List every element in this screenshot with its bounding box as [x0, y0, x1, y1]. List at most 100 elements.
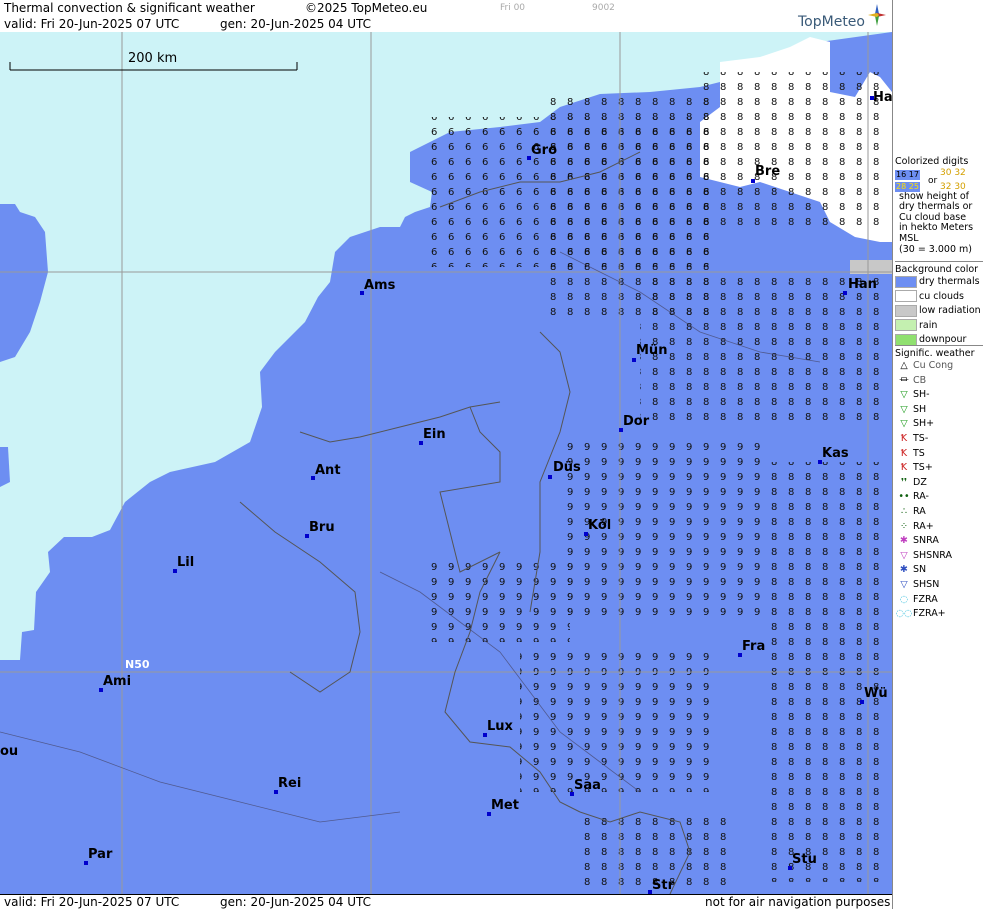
map-title: Thermal convection & significant weather: [4, 1, 255, 15]
city-label[interactable]: Mün: [636, 343, 667, 358]
shower-snow-icon: ▽: [900, 578, 908, 590]
thunder-heavy-icon: Ꝁ: [900, 462, 908, 474]
city-label[interactable]: Ami: [103, 674, 131, 689]
city-label[interactable]: Dor: [623, 414, 649, 429]
england-coast: [0, 204, 48, 362]
legend-label: SHSN: [913, 578, 940, 590]
thunder-light-icon: Ꝁ: [900, 432, 908, 444]
legend-item: ◌ FZRA: [895, 593, 983, 608]
legend-item: ✱ SNRA: [895, 534, 983, 549]
legend-label: cu clouds: [919, 290, 964, 302]
swatch-rain: [895, 319, 917, 332]
city-label[interactable]: Par: [88, 847, 112, 862]
scale-label: 200 km: [128, 51, 178, 66]
legend-label: downpour: [919, 334, 967, 346]
legend-item: dry thermals: [895, 275, 983, 290]
legend-label: SH: [913, 403, 927, 415]
city-label[interactable]: Ant: [315, 463, 341, 478]
compass-icon: [868, 4, 886, 26]
city-label[interactable]: Han: [848, 277, 877, 292]
legend-item: Ꝁ TS-: [895, 432, 983, 447]
legend-label: RA-: [913, 491, 929, 503]
city-label[interactable]: Lux: [487, 719, 513, 734]
model-run: Fri 00: [500, 3, 526, 13]
shower-heavy-icon: ▽: [900, 418, 908, 430]
legend-item: △ Cu Cong: [895, 359, 983, 374]
legend-item: ❜❜ DZ: [895, 476, 983, 491]
snow-rain-icon: ✱: [900, 535, 908, 547]
latitude-label: N50: [125, 658, 150, 671]
city-label[interactable]: Fra: [742, 639, 765, 654]
legend-label: SHSNRA: [913, 549, 953, 561]
cb-icon: ⏛: [899, 374, 909, 386]
legend-item: ✱ SN: [895, 563, 983, 578]
footer-valid: valid: Fri 20-Jun-2025 07 UTC: [4, 895, 180, 909]
swatch-low: [895, 304, 917, 317]
cu-cong-icon: △: [900, 360, 908, 371]
legend-label: FZRA: [913, 593, 938, 605]
legend-label: low radiation: [919, 305, 981, 317]
legend-label: TS+: [913, 462, 933, 474]
legend-label: RA: [913, 505, 926, 517]
legend-text: (30 = 3.000 m): [899, 243, 972, 255]
legend-panel: Colorized digits 16 17 30 32 or 28 25 32…: [892, 0, 983, 909]
map-canvas: 8 6 9: [0, 32, 892, 894]
copyright: ©2025 TopMeteo.eu: [305, 1, 428, 15]
digit-sample: 32 30: [940, 181, 966, 192]
legend-label: SH+: [913, 418, 935, 430]
colorized-digits-legend: Colorized digits 16 17 30 32 or 28 25 32…: [895, 156, 983, 255]
legend-item: Ꝁ TS+: [895, 461, 983, 476]
city-label[interactable]: Bru: [309, 520, 335, 535]
legend-text: Colorized digits: [895, 156, 969, 167]
legend-title: Background color: [895, 264, 979, 275]
legend-text: MSL: [899, 232, 919, 244]
legend-item: ▽ SH: [895, 403, 983, 418]
rain-heavy-icon: ⁘: [900, 520, 908, 532]
legend-title: Signific. weather: [895, 348, 975, 359]
city-label[interactable]: Ein: [423, 427, 446, 442]
city-label[interactable]: Ams: [364, 278, 395, 293]
forecast-map[interactable]: 8 6 9: [0, 32, 892, 894]
city-label[interactable]: Stu: [792, 852, 817, 867]
digit-sample: 30 32: [940, 167, 966, 178]
digit-sample: 16 17: [895, 169, 920, 181]
shower-icon: ▽: [900, 403, 908, 415]
run-code: 9002: [592, 3, 615, 13]
topmeteo-logo: TopMeteo: [798, 14, 865, 30]
city-label[interactable]: Kas: [822, 446, 849, 461]
sig-weather-legend: Signific. weather △ Cu Cong ⏛ CB ▽ SH- ▽ SH ▽ SH+…: [895, 345, 983, 622]
city-label[interactable]: Gro: [531, 143, 557, 158]
city-label[interactable]: Düs: [553, 460, 581, 475]
legend-item: ▽ SH+: [895, 417, 983, 432]
city-label[interactable]: Str: [652, 878, 674, 893]
background-legend: Background color dry thermals cu clouds …: [895, 261, 983, 348]
legend-text: or: [928, 175, 938, 186]
valid-time: valid: Fri 20-Jun-2025 07 UTC: [4, 17, 180, 31]
legend-label: TS: [913, 447, 925, 459]
city-label[interactable]: Wü: [864, 686, 888, 701]
city-label[interactable]: Rei: [278, 776, 301, 791]
swatch-cu: [895, 290, 917, 303]
city-label[interactable]: Saa: [574, 778, 601, 793]
city-label[interactable]: Lil: [177, 555, 194, 570]
city-label[interactable]: Bre: [755, 164, 780, 179]
legend-label: SH-: [913, 389, 930, 401]
drizzle-icon: ❜❜: [900, 476, 908, 488]
city-dot: [632, 358, 636, 362]
footer-gen: gen: 20-Jun-2025 04 UTC: [220, 895, 372, 909]
disclaimer: not for air navigation purposes: [705, 895, 891, 909]
legend-item: ∴ RA: [895, 505, 983, 520]
legend-item: Ꝁ TS: [895, 447, 983, 462]
city-label[interactable]: ou: [0, 744, 18, 759]
legend-label: SN: [913, 564, 927, 576]
city-label[interactable]: Met: [491, 798, 519, 813]
city-label[interactable]: Ha: [873, 90, 892, 105]
legend-label: CB: [913, 374, 927, 386]
swatch-dry: [895, 275, 917, 288]
freezing-rain-heavy-icon: ◌◌: [895, 608, 913, 620]
legend-item: ▽ SH-: [895, 388, 983, 403]
map-footer: valid: Fri 20-Jun-2025 07 UTC gen: 20-Ju…: [0, 894, 892, 910]
legend-label: FZRA+: [913, 608, 946, 620]
city-label[interactable]: Köl: [588, 518, 611, 533]
legend-label: dry thermals: [919, 276, 980, 287]
